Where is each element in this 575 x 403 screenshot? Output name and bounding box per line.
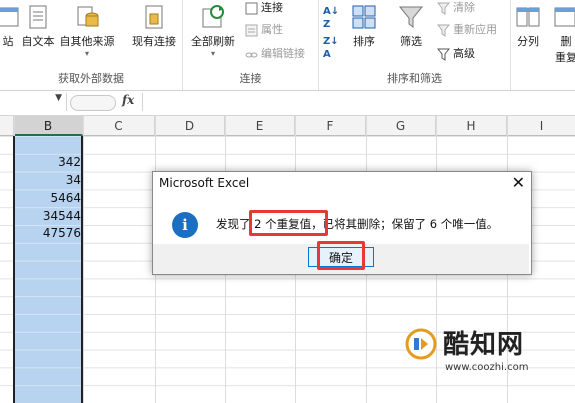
watermark-logo-icon	[405, 328, 437, 360]
edit-links-button[interactable]: 编辑链接	[245, 44, 305, 64]
cell-b-value[interactable]: 34544	[14, 207, 81, 225]
column-header-d[interactable]: D	[155, 116, 225, 136]
watermark-url: www.coozhi.com	[445, 362, 529, 373]
sort-az-button[interactable]: A↓ Z	[323, 4, 343, 30]
column-header-g[interactable]: G	[366, 116, 436, 136]
existing-connections-button[interactable]: 现有连接	[128, 2, 180, 49]
text-file-icon	[25, 4, 51, 30]
formula-input[interactable]	[142, 93, 575, 111]
column-header-b[interactable]: B	[14, 116, 83, 136]
ribbon: 站 自文本 自其他来源 ▾ 现有连接 获取外部数据 全部刷新 ▾ 连接 属性 编…	[0, 0, 575, 91]
info-icon: i	[172, 212, 198, 238]
properties-icon	[245, 24, 258, 37]
sort-button[interactable]: 排序	[345, 2, 383, 49]
watermark: 酷知网 www.coozhi.com	[405, 322, 565, 392]
clear-filter-icon	[436, 2, 451, 15]
properties-button[interactable]: 属性	[245, 20, 283, 40]
split-columns-icon	[515, 4, 541, 30]
advanced-filter-icon	[436, 48, 451, 61]
dialog-close-button[interactable]: ✕	[512, 173, 525, 192]
sort-az-icon: A↓ Z	[323, 6, 340, 30]
group-data-tools: 分列 删 重复	[511, 0, 575, 90]
refresh-icon	[200, 4, 226, 30]
existing-connections-icon	[141, 4, 167, 30]
connections-icon	[245, 2, 258, 15]
group-connections: 全部刷新 ▾ 连接 属性 编辑链接 连接	[183, 0, 319, 90]
formula-bar-handle[interactable]	[70, 95, 116, 111]
remove-duplicates-icon	[553, 4, 575, 30]
from-text-button[interactable]: 自文本	[16, 2, 60, 49]
insert-function-button[interactable]: fx	[122, 93, 134, 107]
highlight-duplicate-count	[249, 210, 328, 236]
highlight-ok-button	[317, 241, 365, 270]
group-label-get-external: 获取外部数据	[58, 72, 124, 85]
cell-b-value[interactable]: 34	[14, 171, 81, 189]
clear-button[interactable]: 清除	[436, 0, 475, 18]
dropdown-arrow-icon: ▾	[84, 49, 89, 58]
formula-bar: ▼ fx	[0, 91, 575, 116]
column-header-f[interactable]: F	[295, 116, 366, 136]
link-icon	[245, 48, 258, 61]
reapply-icon	[436, 24, 451, 37]
name-box[interactable]: ▼	[0, 93, 67, 111]
dropdown-arrow-icon: ▾	[210, 49, 215, 58]
group-sort-filter: A↓ Z Z↓ A 排序 筛选 清除 重新应用 高级 排序和筛选	[319, 0, 511, 90]
dialog-title: Microsoft Excel	[159, 176, 250, 190]
column-header-e[interactable]: E	[225, 116, 295, 136]
watermark-brand: 酷知网	[443, 330, 525, 360]
column-header-i[interactable]: I	[507, 116, 575, 136]
group-label-connections: 连接	[239, 72, 262, 85]
database-icon	[74, 4, 100, 30]
name-box-dropdown-icon[interactable]: ▼	[55, 93, 62, 103]
cell-b-value[interactable]: 5464	[14, 189, 81, 207]
cell-b-value[interactable]: 47576	[14, 224, 81, 242]
refresh-all-button[interactable]: 全部刷新 ▾	[185, 2, 241, 58]
sort-icon	[351, 4, 377, 30]
connections-button[interactable]: 连接	[245, 0, 283, 18]
column-header-c[interactable]: C	[83, 116, 155, 136]
group-get-external-data: 站 自文本 自其他来源 ▾ 现有连接 获取外部数据	[0, 0, 183, 90]
column-header-h[interactable]: H	[436, 116, 507, 136]
group-label-sort-filter: 排序和筛选	[387, 72, 442, 85]
sort-za-icon: Z↓ A	[323, 36, 339, 60]
reapply-button[interactable]: 重新应用	[436, 20, 497, 40]
filter-funnel-icon	[398, 4, 424, 30]
advanced-button[interactable]: 高级	[436, 44, 475, 64]
select-all-corner[interactable]	[0, 116, 14, 136]
filter-button[interactable]: 筛选	[391, 2, 431, 49]
sort-za-button[interactable]: Z↓ A	[323, 34, 343, 60]
remove-duplicates-button[interactable]: 删 重复	[551, 2, 575, 65]
from-other-sources-button[interactable]: 自其他来源 ▾	[56, 2, 118, 58]
text-to-columns-button[interactable]: 分列	[513, 2, 543, 49]
cell-b-value[interactable]: 342	[14, 153, 81, 171]
